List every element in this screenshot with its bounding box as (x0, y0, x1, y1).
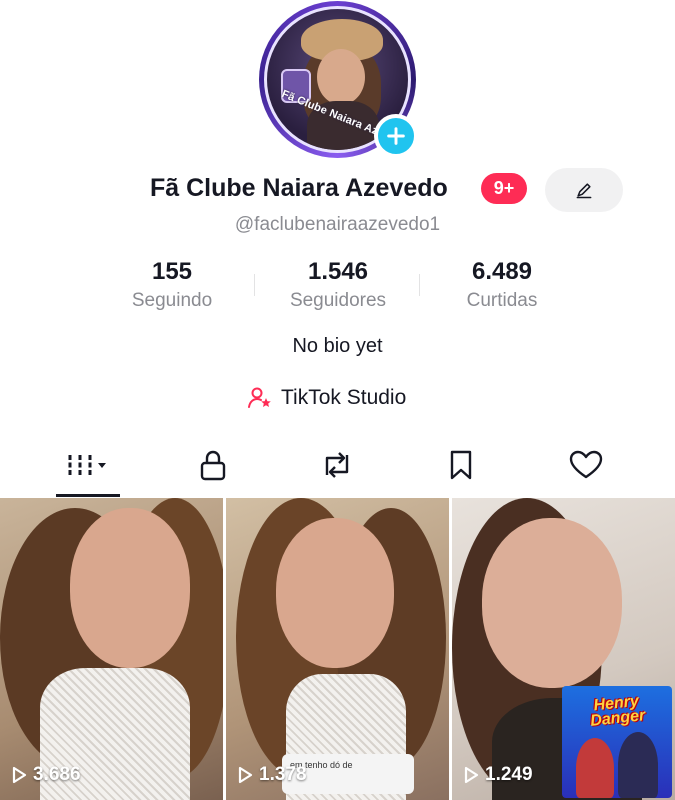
profile-tabs (0, 440, 675, 496)
tab-videos[interactable] (56, 440, 120, 490)
face-shape (482, 518, 622, 688)
bookmark-icon (450, 450, 472, 480)
stat-value: 1.546 (307, 258, 369, 285)
overlay-title: Henry Danger (589, 692, 647, 730)
tiktok-studio-link[interactable]: TikTok Studio (247, 385, 406, 411)
tab-private[interactable] (186, 440, 240, 490)
selected-tab-indicator (56, 494, 120, 497)
stat-divider (254, 274, 255, 296)
video-view-count: 3.686 (33, 764, 81, 785)
video-view-count: 1.249 (485, 764, 533, 785)
face-shape (276, 518, 394, 668)
tab-reposts[interactable] (310, 440, 364, 490)
profile-username: @faclubenairaazevedo1 (234, 214, 441, 235)
video-grid: 3.686 em tenho dó de 1.378 Henry Danger … (0, 498, 675, 800)
video-views: 3.686 (10, 764, 81, 786)
face-shape (70, 508, 190, 668)
tab-liked[interactable] (558, 440, 614, 490)
repost-icon (325, 452, 349, 478)
pencil-icon (576, 183, 592, 199)
stat-divider (419, 274, 420, 296)
video-thumbnail[interactable]: em tenho dó de 1.378 (226, 498, 449, 800)
play-icon (464, 766, 479, 784)
tab-favorites[interactable] (434, 440, 488, 490)
video-view-count: 1.378 (259, 764, 307, 785)
profile-bio[interactable]: No bio yet (0, 335, 675, 358)
stat-likes[interactable]: 6.489 Curtidas (432, 258, 572, 312)
heart-icon (569, 450, 603, 479)
videos-grid-icon (68, 455, 106, 475)
stat-label: Seguidores (289, 290, 387, 311)
add-avatar-button[interactable] (374, 114, 418, 158)
video-views: 1.249 (462, 764, 533, 786)
stat-following[interactable]: 155 Seguindo (102, 258, 242, 312)
edit-profile-button[interactable] (545, 168, 623, 212)
play-icon (12, 766, 27, 784)
video-thumbnail[interactable]: Henry Danger 1.249 (452, 498, 675, 800)
stat-value: 155 (151, 258, 193, 285)
tiktok-studio-label: TikTok Studio (281, 386, 407, 409)
stat-label: Curtidas (466, 290, 538, 311)
profile-display-name: Fã Clube Naiara Azevedo (150, 174, 448, 202)
stat-value: 6.489 (471, 258, 533, 285)
avatar-face-shape (317, 49, 365, 105)
stat-followers[interactable]: 1.546 Seguidores (268, 258, 408, 312)
character-shape (618, 732, 658, 798)
henry-danger-overlay: Henry Danger (562, 686, 672, 798)
notification-badge[interactable]: 9+ (481, 173, 527, 204)
video-thumbnail[interactable]: 3.686 (0, 498, 223, 800)
play-icon (238, 766, 253, 784)
video-views: 1.378 (236, 764, 307, 786)
stat-label: Seguindo (131, 290, 213, 311)
character-shape (576, 738, 614, 798)
person-star-icon (247, 385, 273, 411)
plus-icon (387, 127, 405, 145)
lock-icon (200, 450, 226, 481)
